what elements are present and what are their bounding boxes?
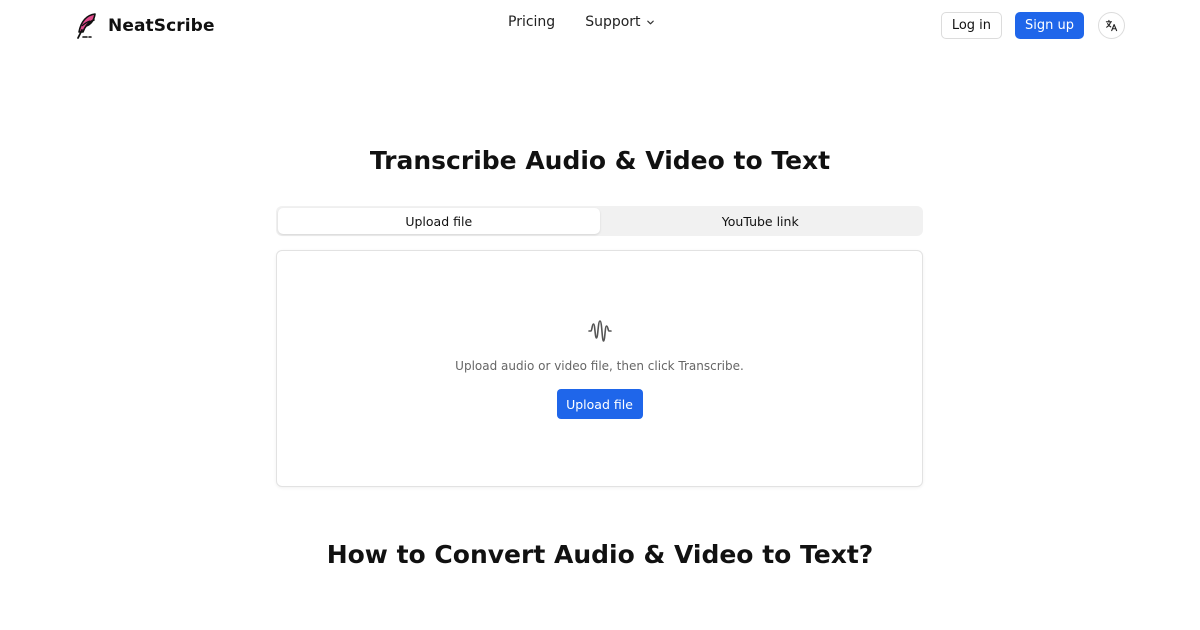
tab-youtube-link[interactable]: YouTube link <box>600 208 922 234</box>
chevron-down-icon <box>646 20 654 24</box>
upload-hint: Upload audio or video file, then click T… <box>455 359 744 373</box>
nav-item-label: Support <box>585 14 641 30</box>
audio-wave-icon <box>587 320 612 342</box>
feather-quill-icon <box>77 13 96 39</box>
header-actions: Log in Sign up <box>940 12 1125 39</box>
page: NeatScribe Pricing Support Log in Sign u… <box>0 0 1200 630</box>
login-button[interactable]: Log in <box>940 12 1003 39</box>
tab-upload-file[interactable]: Upload file <box>278 208 600 234</box>
how-to-heading: How to Convert Audio & Video to Text? <box>326 540 874 569</box>
main-nav: Pricing Support <box>508 14 655 30</box>
translate-icon <box>1105 19 1118 32</box>
brand-name: NeatScribe <box>108 16 215 36</box>
upload-file-button[interactable]: Upload file <box>556 389 643 419</box>
signup-button[interactable]: Sign up <box>1015 12 1084 39</box>
language-button[interactable] <box>1098 12 1125 39</box>
nav-item-pricing[interactable]: Pricing <box>508 14 555 30</box>
site-header: NeatScribe Pricing Support Log in Sign u… <box>0 0 1200 52</box>
source-tabs: Upload file YouTube link <box>276 206 923 236</box>
page-title: Transcribe Audio & Video to Text <box>369 146 831 175</box>
upload-dropzone[interactable]: Upload audio or video file, then click T… <box>276 250 923 487</box>
nav-item-label: Pricing <box>508 14 556 30</box>
brand-logo-link[interactable]: NeatScribe <box>74 11 215 41</box>
nav-item-support[interactable]: Support <box>585 14 654 30</box>
